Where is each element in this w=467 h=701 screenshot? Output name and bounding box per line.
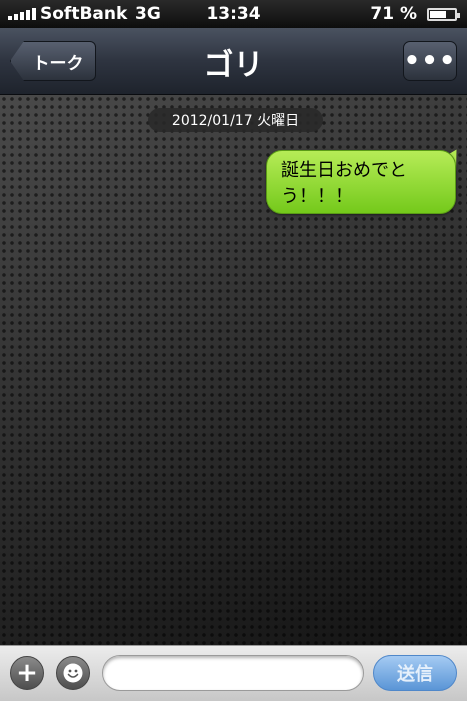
message-input[interactable] [102,655,364,691]
smiley-icon [63,663,83,683]
input-bar: + 送信 [0,645,467,701]
message-bubble-sent[interactable]: 誕生日おめでとう！！！ [266,150,456,214]
send-button[interactable]: 送信 [373,655,457,691]
battery-icon [427,8,460,21]
battery-percent: 71 % [370,4,417,24]
page-title: ゴリ [203,48,264,83]
battery-fill [430,11,447,18]
date-separator: 2012/01/17 火曜日 [148,108,323,132]
chat-area[interactable]: 2012/01/17 火曜日 誕生日おめでとう！！！ [0,95,467,645]
plus-button[interactable]: + [10,656,44,690]
more-button[interactable]: ••• [403,41,457,81]
status-bar: SoftBank 3G 13:34 71 % [0,0,467,28]
more-icon: ••• [403,46,457,76]
nav-bar: トーク ゴリ ••• [0,28,467,95]
send-button-label: 送信 [397,664,433,685]
emoji-button[interactable] [56,656,90,690]
plus-icon: + [16,658,38,688]
